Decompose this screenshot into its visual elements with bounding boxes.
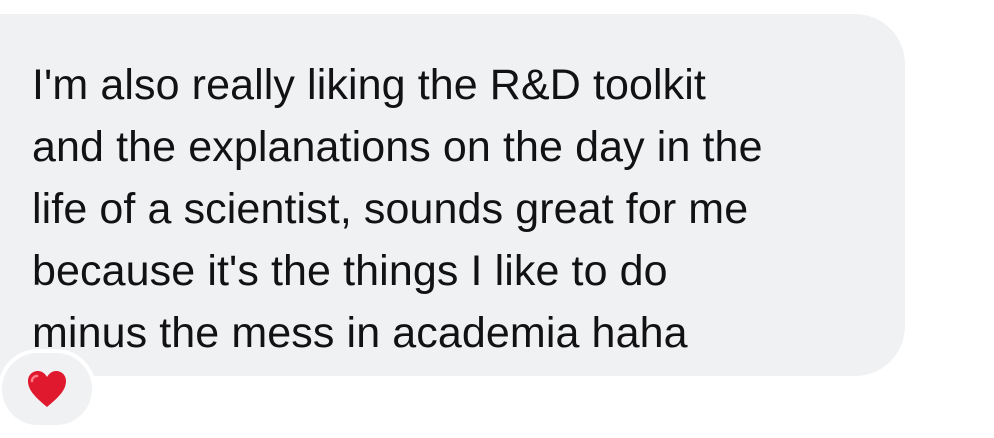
reaction-badge[interactable] [0, 349, 96, 429]
message-text: I'm also really liking the R&D toolkit a… [32, 61, 763, 357]
heart-icon [28, 371, 66, 407]
message-row: I'm also really liking the R&D toolkit a… [0, 0, 994, 438]
message-bubble[interactable]: I'm also really liking the R&D toolkit a… [0, 14, 905, 376]
